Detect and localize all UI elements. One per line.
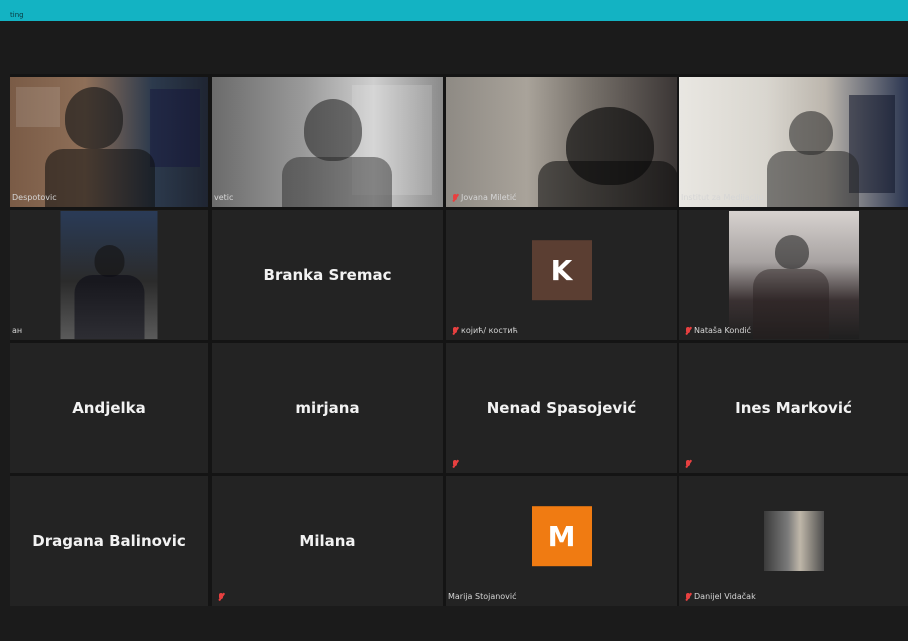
muted-mic-icon <box>218 593 224 602</box>
muted-mic-icon <box>685 460 691 469</box>
participant-muted-indicator <box>218 593 224 602</box>
muted-mic-icon <box>452 326 458 336</box>
window-titlebar: ting <box>0 0 908 21</box>
participant-muted-indicator <box>685 460 691 469</box>
participant-center-name: Ines Marković <box>735 399 852 417</box>
participant-video-thumbnail <box>60 211 158 339</box>
participant-tile-institut-za-medijaciju[interactable]: Institut za Medijaciju <box>679 77 908 207</box>
participant-tile-milana[interactable]: Milana <box>212 476 443 606</box>
participant-muted-indicator <box>452 460 458 469</box>
participant-name-label: vetic <box>214 193 234 202</box>
participant-name-label: Institut za Medijaciju <box>681 193 764 202</box>
participant-avatar: M <box>531 506 592 567</box>
participant-tile-despotovic[interactable]: Despotovic <box>10 77 208 207</box>
muted-mic-icon <box>685 592 691 602</box>
participant-tile-ines-markovic[interactable]: Ines Marković <box>679 343 908 473</box>
participant-tile-dragana-balinovic[interactable]: Dragana Balinovic <box>10 476 208 606</box>
participant-avatar: K <box>531 240 592 301</box>
participant-name-label: Despotovic <box>12 193 57 202</box>
top-toolbar-area <box>0 21 908 74</box>
participant-tile-jovana-miletic[interactable]: Jovana Miletić <box>446 77 677 207</box>
participant-center-name: mirjana <box>295 399 360 417</box>
muted-mic-icon <box>452 460 458 469</box>
participant-tile-andjelka[interactable]: Andjelka <box>10 343 208 473</box>
participant-tile-kojic-kostic[interactable]: K којић/ костић <box>446 210 677 340</box>
participant-video <box>446 77 677 207</box>
participant-video <box>679 77 908 207</box>
participant-center-name: Andjelka <box>72 399 146 417</box>
muted-mic-icon <box>452 193 458 203</box>
participant-video <box>212 77 443 207</box>
muted-mic-icon <box>685 326 691 336</box>
participant-name-label: Nataša Kondić <box>685 326 751 336</box>
participant-tile-mirjana[interactable]: mirjana <box>212 343 443 473</box>
participant-name-label: којић/ костић <box>452 326 518 336</box>
participant-tile-nenad-spasojevic[interactable]: Nenad Spasojević <box>446 343 677 473</box>
participant-name-label: Danijel Vidačak <box>685 592 756 602</box>
participant-name-label: ан <box>12 326 23 335</box>
participant-name-label: Jovana Miletić <box>452 193 516 203</box>
participant-video-thumbnail <box>763 511 824 571</box>
participant-name-label: Marija Stojanović <box>448 592 517 601</box>
participant-tile-vetic[interactable]: vetic <box>212 77 443 207</box>
participant-tile-branka-sremac[interactable]: Branka Sremac <box>212 210 443 340</box>
bottom-toolbar-area <box>0 606 908 641</box>
gallery-view: Despotovic vetic Jovana Miletić Institut… <box>10 74 908 606</box>
participant-center-name: Nenad Spasojević <box>486 399 637 417</box>
participant-tile-marija-stojanovic[interactable]: M Marija Stojanović <box>446 476 677 606</box>
participant-tile-danijel-vidacak[interactable]: Danijel Vidačak <box>679 476 908 606</box>
participant-video <box>10 77 208 207</box>
window-title: ting <box>10 11 24 19</box>
participant-center-name: Milana <box>299 532 356 550</box>
participant-tile-an[interactable]: ан <box>10 210 208 340</box>
participant-center-name: Branka Sremac <box>263 266 392 284</box>
participant-center-name: Dragana Balinovic <box>32 532 186 550</box>
participant-video-thumbnail <box>728 211 859 339</box>
participant-tile-natasa-kondic[interactable]: Nataša Kondić <box>679 210 908 340</box>
